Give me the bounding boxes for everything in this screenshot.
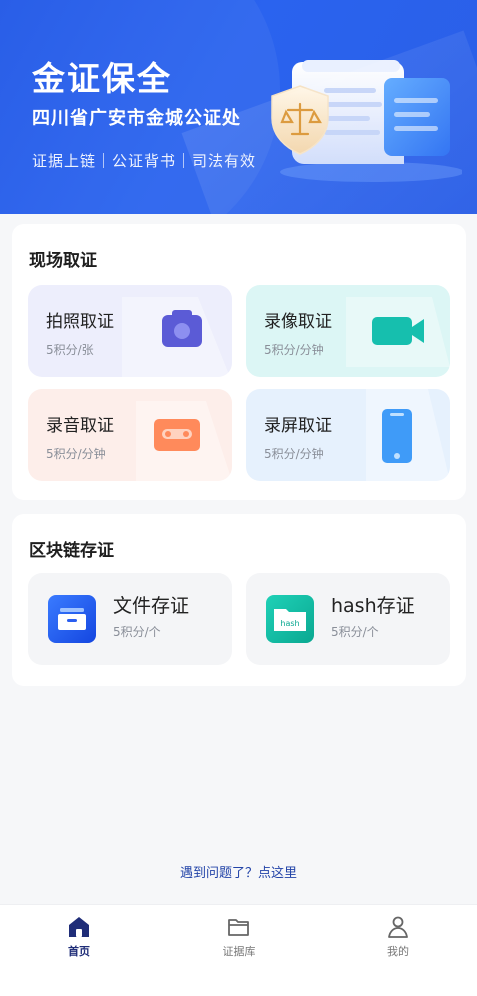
scene-evidence-card: 现场取证 拍照取证 5积分/张 录像取证 5积分/分钟 录音取证 5积分/分钟 — [12, 224, 466, 500]
tile-cost: 5积分/张 — [46, 343, 94, 357]
hash-icon-label: hash — [280, 619, 299, 628]
file-box-icon — [48, 595, 96, 643]
tab-profile[interactable]: 我的 — [338, 905, 458, 975]
tile-name: 拍照取证 — [46, 312, 114, 332]
tab-profile-label: 我的 — [387, 945, 409, 958]
tab-home-label: 首页 — [68, 945, 90, 958]
phone-screen-icon — [366, 389, 450, 481]
home-icon — [69, 917, 89, 937]
tile-name: 文件存证 — [113, 595, 190, 617]
tile-cost: 5积分/分钟 — [46, 447, 106, 461]
scene-section-title: 现场取证 — [29, 251, 97, 271]
screen-record-evidence-tile[interactable]: 录屏取证 5积分/分钟 — [246, 389, 450, 481]
hash-deposit-tile[interactable]: hash hash存证 5积分/个 — [246, 573, 450, 665]
tile-cost: 5积分/个 — [113, 625, 161, 639]
tab-evidence-library[interactable]: 证据库 — [179, 905, 299, 975]
folder-icon — [228, 919, 249, 936]
tile-cost: 5积分/分钟 — [264, 343, 324, 357]
tile-name: 录屏取证 — [264, 416, 332, 436]
video-camera-icon — [346, 297, 450, 367]
tile-name: 录音取证 — [46, 416, 114, 436]
notary-document-illustration — [271, 60, 462, 182]
feature-tags: 证据上链｜公证背书｜司法有效 — [32, 152, 257, 170]
tab-evidence-library-label: 证据库 — [222, 945, 256, 958]
chain-section-title: 区块链存证 — [29, 541, 114, 561]
file-deposit-tile[interactable]: 文件存证 5积分/个 — [28, 573, 232, 665]
user-icon — [388, 916, 408, 938]
hero-banner: 金证保全 四川省广安市金城公证处 证据上链｜公证背书｜司法有效 — [0, 0, 477, 214]
camera-icon — [122, 297, 230, 377]
tile-cost: 5积分/分钟 — [264, 447, 324, 461]
tab-home[interactable]: 首页 — [19, 905, 139, 975]
blockchain-evidence-card: 区块链存证 文件存证 5积分/个 hash hash存证 5积分/个 — [12, 514, 466, 686]
photo-evidence-tile[interactable]: 拍照取证 5积分/张 — [28, 285, 232, 377]
bottom-tab-bar: 首页 证据库 我的 — [0, 904, 477, 996]
video-evidence-tile[interactable]: 录像取证 5积分/分钟 — [246, 285, 450, 377]
tile-name: 录像取证 — [264, 312, 332, 332]
audio-evidence-tile[interactable]: 录音取证 5积分/分钟 — [28, 389, 232, 481]
notary-office-name: 四川省广安市金城公证处 — [32, 108, 241, 129]
tile-cost: 5积分/个 — [331, 625, 379, 639]
app-title: 金证保全 — [32, 59, 172, 98]
tile-name: hash存证 — [331, 595, 415, 617]
cassette-icon — [136, 401, 232, 481]
hash-folder-icon: hash — [266, 595, 314, 643]
help-link[interactable]: 遇到问题了？点这里 — [0, 862, 477, 881]
